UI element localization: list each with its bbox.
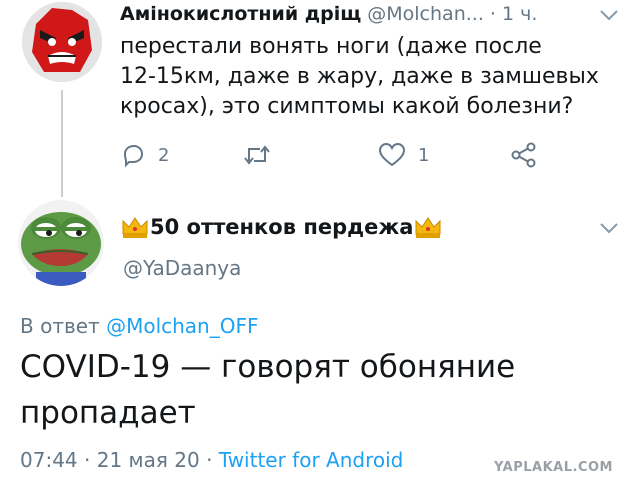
tweet-time[interactable]: 07:44 [20, 448, 78, 472]
reply-icon [123, 144, 144, 168]
main-menu-caret-icon[interactable] [598, 220, 620, 234]
main-text-line: пропадает [20, 395, 196, 431]
tweet-meta: 07:44 · 21 мая 20 · Twitter for Android [20, 446, 403, 474]
site-watermark: YAPLAKAL.COM [494, 460, 613, 475]
parent-text-line: кросах), это симптомы какой болезни? [120, 94, 574, 119]
reply-to-link[interactable]: @Molchan_OFF [106, 314, 258, 338]
main-display-name[interactable]: 50 оттенков пердежа [120, 210, 443, 244]
parent-avatar[interactable] [22, 2, 102, 82]
main-display-name-text: 50 оттенков пердежа [150, 215, 414, 239]
heart-icon [378, 142, 406, 167]
tweet-source-link[interactable]: Twitter for Android [219, 448, 404, 472]
parent-tweet-header: Амінокислотний дріщ @Molchan... · 1 ч. [120, 0, 537, 28]
parent-timestamp[interactable]: 1 ч. [502, 3, 537, 25]
tweet-date[interactable]: 21 мая 20 [97, 448, 200, 472]
angry-face-icon [22, 2, 102, 82]
meta-separator: · [206, 448, 213, 472]
crown-icon [120, 214, 150, 240]
parent-handle[interactable]: @Molchan... [367, 3, 484, 25]
parent-text-line: 12-15км, даже в жару, даже в замшевых [120, 64, 599, 89]
crown-icon [413, 214, 443, 240]
parent-menu-caret-icon[interactable] [598, 7, 620, 21]
reply-context: В ответ @Molchan_OFF [20, 312, 258, 340]
main-tweet-text: COVID-19 — говорят обоняние пропадает [20, 344, 620, 436]
parent-separator: · [489, 3, 496, 25]
main-handle[interactable]: @YaDaanya [123, 254, 241, 282]
like-button[interactable]: 1 [378, 140, 429, 170]
pepe-frog-icon [18, 200, 104, 286]
main-text-line: COVID-19 — говорят обоняние [20, 349, 516, 385]
share-icon [511, 142, 536, 168]
parent-tweet-text: перестали вонять ноги (даже после 12-15к… [120, 32, 610, 122]
reply-count: 2 [158, 144, 170, 166]
share-button[interactable] [510, 140, 538, 170]
like-count: 1 [418, 144, 430, 166]
reply-prefix: В ответ [20, 314, 100, 338]
main-avatar[interactable] [18, 200, 104, 286]
thread-connector-line [61, 90, 63, 197]
retweet-button[interactable] [242, 140, 284, 170]
meta-separator: · [84, 448, 91, 472]
parent-display-name[interactable]: Амінокислотний дріщ [120, 3, 361, 25]
reply-button[interactable]: 2 [120, 140, 169, 170]
retweet-icon [244, 145, 270, 165]
parent-text-line: перестали вонять ноги (даже после [120, 34, 542, 59]
